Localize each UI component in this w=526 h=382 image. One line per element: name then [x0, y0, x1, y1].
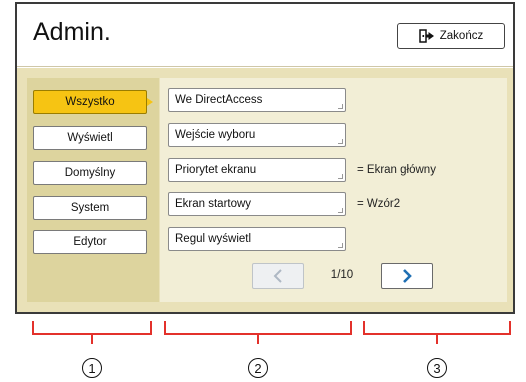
category-button-system[interactable]: System — [33, 196, 147, 220]
category-button-edytor[interactable]: Edytor — [33, 230, 147, 254]
next-page-button[interactable] — [381, 263, 433, 289]
settings-panel: We DirectAccess Wejście wyboru Priorytet… — [160, 78, 507, 302]
exit-button[interactable]: Zakończ — [397, 23, 505, 49]
setting-value-ekran-startowy: = Wzór2 — [357, 198, 401, 210]
setting-button-ekran-startowy[interactable]: Ekran startowy — [168, 192, 346, 216]
callout-stem-1 — [91, 335, 93, 344]
previous-page-button[interactable] — [252, 263, 304, 289]
callout-stem-3 — [436, 335, 438, 344]
exit-button-label: Zakończ — [439, 30, 484, 42]
chevron-right-icon — [403, 269, 412, 283]
callout-stem-2 — [257, 335, 259, 344]
callout-bracket-2 — [164, 321, 352, 335]
admin-screen: Admin. Zakończ Wszystko Wyświetl Domyśln… — [15, 2, 515, 314]
page-indicator: 1/10 — [330, 269, 354, 281]
setting-button-regul-wyswietl[interactable]: Regul wyświetl — [168, 227, 346, 251]
header-bar: Admin. Zakończ — [17, 4, 513, 60]
active-pointer-icon — [147, 98, 153, 106]
chevron-left-icon — [273, 269, 282, 283]
setting-button-wejscie-wyboru[interactable]: Wejście wyboru — [168, 123, 346, 147]
page-title: Admin. — [33, 18, 111, 46]
callout-number-1: 1 — [82, 358, 102, 378]
setting-value-priorytet-ekranu: = Ekran główny — [357, 164, 436, 176]
callout-bracket-3 — [363, 321, 511, 335]
exit-icon — [419, 29, 435, 43]
setting-button-directaccess[interactable]: We DirectAccess — [168, 88, 346, 112]
category-panel: Wszystko Wyświetl Domyślny System Edytor — [27, 78, 159, 302]
callout-number-3: 3 — [427, 358, 447, 378]
category-button-domyslny[interactable]: Domyślny — [33, 161, 147, 185]
header-divider — [17, 66, 513, 67]
category-button-wszystko[interactable]: Wszystko — [33, 90, 147, 114]
content-area: Wszystko Wyświetl Domyślny System Edytor… — [17, 68, 513, 312]
callout-bracket-1 — [32, 321, 152, 335]
category-button-wyswietl[interactable]: Wyświetl — [33, 126, 147, 150]
callout-number-2: 2 — [248, 358, 268, 378]
setting-button-priorytet-ekranu[interactable]: Priorytet ekranu — [168, 158, 346, 182]
